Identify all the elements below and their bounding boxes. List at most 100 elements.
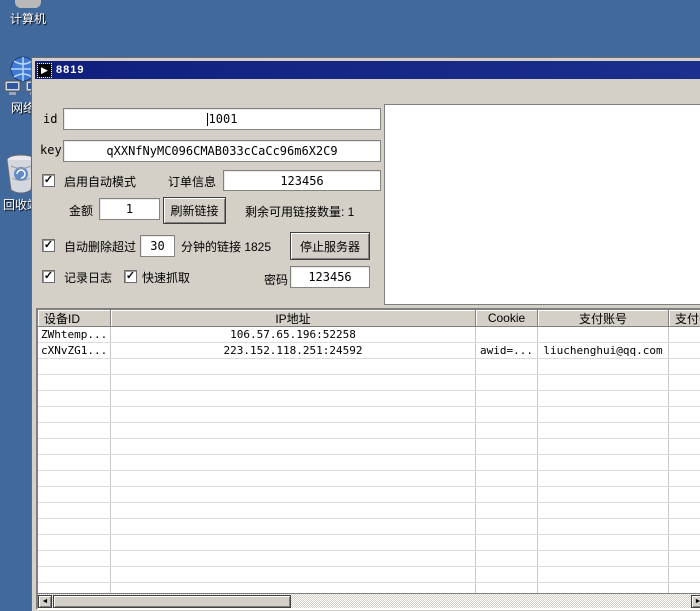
table-row[interactable] — [38, 359, 700, 375]
table-cell — [476, 439, 538, 454]
table-cell — [476, 551, 538, 566]
table-cell — [111, 535, 476, 550]
auto-mode-label: 启用自动模式 — [64, 173, 136, 190]
table-row[interactable] — [38, 423, 700, 439]
desktop-icon-computer[interactable]: 计算机 — [0, 0, 56, 28]
fast-capture-label: 快速抓取 — [142, 269, 190, 286]
table-cell — [38, 439, 111, 454]
table-cell — [669, 391, 700, 406]
table-cell — [38, 471, 111, 486]
table-cell — [669, 423, 700, 438]
table-cell — [111, 519, 476, 534]
stop-server-button[interactable]: 停止服务器 — [290, 232, 370, 260]
refresh-links-button[interactable]: 刷新链接 — [163, 197, 226, 224]
table-cell — [111, 375, 476, 390]
table-cell — [669, 567, 700, 582]
table-cell — [538, 423, 669, 438]
table-cell: 106.57.65.196:52258 — [111, 327, 476, 342]
table-row[interactable]: ZWhtemp...106.57.65.196:52258 — [38, 327, 700, 343]
order-info-input[interactable]: 123456 — [223, 170, 381, 191]
horizontal-scrollbar[interactable]: ◄ ► — [38, 593, 700, 608]
table-cell — [476, 503, 538, 518]
table-row[interactable] — [38, 375, 700, 391]
log-label: 记录日志 — [64, 269, 112, 286]
col-header-account[interactable]: 支付账号 — [538, 310, 669, 327]
table-cell — [669, 439, 700, 454]
col-header-cookie[interactable]: Cookie — [476, 310, 538, 327]
table-cell — [669, 343, 700, 358]
window-icon: ▶ — [38, 64, 51, 77]
table-cell — [476, 423, 538, 438]
table-cell — [538, 327, 669, 342]
computer-icon — [15, 0, 41, 8]
table-cell — [476, 471, 538, 486]
auto-delete-checkbox[interactable]: ✓ — [42, 239, 55, 252]
amount-input[interactable]: 1 — [99, 198, 160, 220]
table-cell — [476, 375, 538, 390]
table-cell — [476, 407, 538, 422]
table-cell — [111, 391, 476, 406]
table-cell — [669, 519, 700, 534]
table-cell — [669, 487, 700, 502]
table-cell — [111, 471, 476, 486]
text-caret — [207, 113, 208, 126]
table-cell — [38, 391, 111, 406]
scrollbar-thumb[interactable] — [53, 595, 291, 608]
col-header-device-id[interactable]: 设备ID — [38, 310, 111, 327]
table-cell — [476, 583, 538, 593]
table-cell — [538, 487, 669, 502]
table-cell — [538, 583, 669, 593]
table-row[interactable] — [38, 503, 700, 519]
table-cell — [38, 375, 111, 390]
id-input[interactable]: 1001 — [63, 108, 381, 130]
table-row[interactable]: cXNvZG1...223.152.118.251:24592awid=...l… — [38, 343, 700, 359]
auto-mode-checkbox[interactable]: ✓ — [42, 174, 55, 187]
log-panel — [384, 104, 700, 305]
col-header-pay-password[interactable]: 支付密码 — [669, 310, 700, 327]
log-checkbox[interactable]: ✓ — [42, 270, 55, 283]
table-body: ZWhtemp...106.57.65.196:52258cXNvZG1...2… — [38, 327, 700, 593]
table-row[interactable] — [38, 407, 700, 423]
table-cell — [538, 503, 669, 518]
table-cell — [476, 487, 538, 502]
col-header-ip[interactable]: IP地址 — [111, 310, 476, 327]
table-cell — [476, 391, 538, 406]
table-cell — [669, 535, 700, 550]
table-cell — [111, 407, 476, 422]
table-cell — [38, 583, 111, 593]
window-title: 8819 — [56, 64, 84, 76]
table-row[interactable] — [38, 519, 700, 535]
table-row[interactable] — [38, 471, 700, 487]
fast-capture-checkbox[interactable]: ✓ — [124, 270, 137, 283]
device-table: 设备ID IP地址 Cookie 支付账号 支付密码 ZWhtemp...106… — [36, 308, 700, 610]
password-input[interactable]: 123456 — [290, 266, 370, 288]
table-cell — [476, 567, 538, 582]
scroll-right-button[interactable]: ► — [691, 595, 700, 608]
table-cell: ZWhtemp... — [38, 327, 111, 342]
table-row[interactable] — [38, 391, 700, 407]
table-cell — [111, 359, 476, 374]
key-label: key — [40, 143, 62, 157]
title-bar[interactable]: ▶ 8819 — [35, 61, 700, 79]
table-cell — [111, 439, 476, 454]
table-row[interactable] — [38, 583, 700, 593]
table-row[interactable] — [38, 439, 700, 455]
table-cell — [538, 375, 669, 390]
table-row[interactable] — [38, 535, 700, 551]
key-input[interactable]: qXXNfNyMC096CMAB033cCaCc96m6X2C9 — [63, 140, 381, 162]
table-row[interactable] — [38, 455, 700, 471]
table-cell — [38, 503, 111, 518]
table-cell: awid=... — [476, 343, 538, 358]
table-cell — [38, 423, 111, 438]
remaining-links-label: 剩余可用链接数量: 1 — [245, 203, 354, 220]
table-cell — [476, 455, 538, 470]
table-row[interactable] — [38, 551, 700, 567]
table-row[interactable] — [38, 567, 700, 583]
auto-delete-minutes-input[interactable]: 30 — [140, 235, 175, 257]
table-cell — [111, 583, 476, 593]
scroll-left-button[interactable]: ◄ — [38, 595, 52, 608]
table-cell — [669, 551, 700, 566]
table-cell — [669, 471, 700, 486]
table-row[interactable] — [38, 487, 700, 503]
table-cell — [538, 391, 669, 406]
